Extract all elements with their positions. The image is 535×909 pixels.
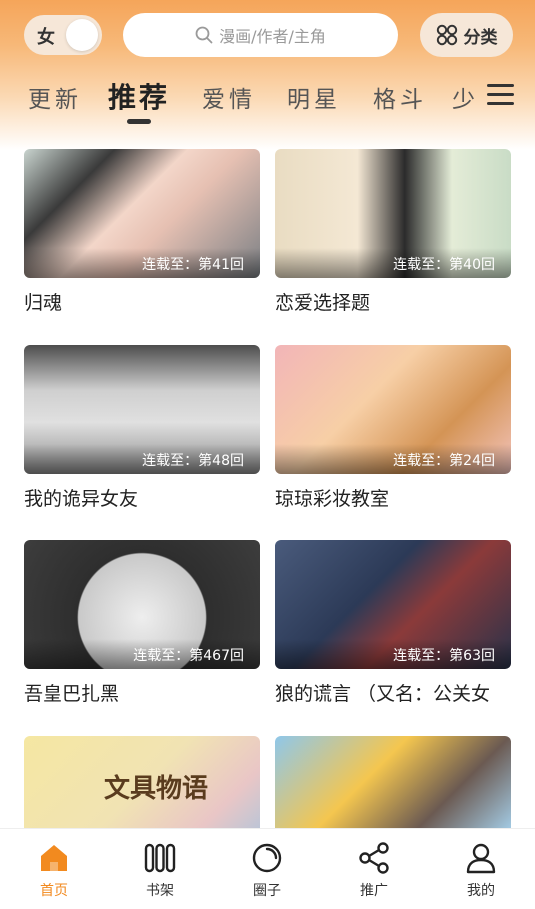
- comic-card[interactable]: 连载至：第24回 琼琼彩妆教室: [275, 345, 511, 511]
- comic-progress: 连载至：第48回: [142, 453, 244, 469]
- search-icon: [195, 26, 213, 44]
- comic-cover: 连载至：第63回: [275, 540, 511, 669]
- comic-card[interactable]: 连载至：第48回 我的诡异女友: [24, 345, 260, 511]
- comic-card[interactable]: 文具物语: [24, 736, 260, 836]
- tab-shounen[interactable]: 少: [452, 80, 479, 114]
- comic-progress: 连载至：第41回: [142, 257, 244, 273]
- comic-title: 归魂: [24, 292, 63, 314]
- comic-cover: 连载至：第24回: [275, 345, 511, 474]
- nav-bookshelf-label: 书架: [146, 883, 174, 899]
- nav-circle[interactable]: 圈子: [237, 841, 297, 900]
- tab-recommend[interactable]: 推荐: [108, 76, 170, 116]
- comic-cover: [275, 736, 511, 836]
- header: 女 漫画/作者/主角 分类 更新 推荐 爱情 明星 格斗 少: [0, 0, 535, 150]
- gender-toggle[interactable]: 女: [24, 15, 102, 55]
- comic-title: 吾皇巴扎黑: [24, 683, 120, 705]
- comic-cover: 文具物语: [24, 736, 260, 836]
- category-button[interactable]: 分类: [420, 13, 513, 57]
- nav-home[interactable]: 首页: [24, 841, 84, 900]
- comic-card[interactable]: [275, 736, 511, 836]
- bookshelf-icon: [144, 843, 176, 873]
- nav-circle-label: 圈子: [253, 883, 281, 899]
- category-tabs: 更新 推荐 爱情 明星 格斗 少: [0, 72, 535, 127]
- cover-logo-text: 文具物语: [104, 774, 209, 804]
- comic-progress: 连载至：第467回: [133, 648, 244, 664]
- comic-card[interactable]: 连载至：第41回 归魂: [24, 149, 260, 315]
- comic-cover: 连载至：第41回: [24, 149, 260, 278]
- toggle-knob: [66, 19, 98, 51]
- nav-profile-label: 我的: [467, 883, 495, 899]
- comic-progress: 连载至：第63回: [393, 648, 495, 664]
- tab-update[interactable]: 更新: [28, 80, 82, 114]
- comic-progress: 连载至：第40回: [393, 257, 495, 273]
- comic-title: 琼琼彩妆教室: [275, 488, 390, 510]
- grid-icon: [436, 24, 457, 46]
- active-tab-indicator: [127, 119, 151, 124]
- comic-cover: 连载至：第467回: [24, 540, 260, 669]
- menu-icon[interactable]: [487, 84, 514, 106]
- nav-home-label: 首页: [40, 883, 68, 899]
- share-icon: [359, 842, 389, 874]
- comic-cover: 连载至：第48回: [24, 345, 260, 474]
- home-icon: [41, 845, 67, 871]
- search-bar[interactable]: 漫画/作者/主角: [123, 13, 398, 57]
- comic-title: 我的诡异女友: [24, 488, 139, 510]
- category-label: 分类: [463, 27, 498, 48]
- comic-card[interactable]: 连载至：第63回 狼的谎言 （又名：公关女: [275, 540, 511, 706]
- nav-promote[interactable]: 推广: [344, 841, 404, 900]
- tab-romance[interactable]: 爱情: [202, 80, 256, 114]
- bottom-nav: 首页 书架 圈子 推广 我的: [0, 828, 535, 909]
- user-icon: [466, 843, 496, 874]
- comic-cover: 连载至：第40回: [275, 149, 511, 278]
- comic-title: 狼的谎言 （又名：公关女: [275, 683, 491, 705]
- search-placeholder: 漫画/作者/主角: [219, 27, 326, 46]
- nav-profile[interactable]: 我的: [451, 841, 511, 900]
- comic-card[interactable]: 连载至：第40回 恋爱选择题: [275, 149, 511, 315]
- nav-promote-label: 推广: [360, 883, 388, 899]
- comic-progress: 连载至：第24回: [393, 453, 495, 469]
- tab-celebrity[interactable]: 明星: [287, 80, 341, 114]
- comic-title: 恋爱选择题: [275, 292, 371, 314]
- nav-bookshelf[interactable]: 书架: [130, 841, 190, 900]
- circle-icon: [252, 843, 282, 873]
- gender-toggle-label: 女: [37, 27, 55, 48]
- comic-card[interactable]: 连载至：第467回 吾皇巴扎黑: [24, 540, 260, 706]
- tab-fighting[interactable]: 格斗: [373, 80, 427, 114]
